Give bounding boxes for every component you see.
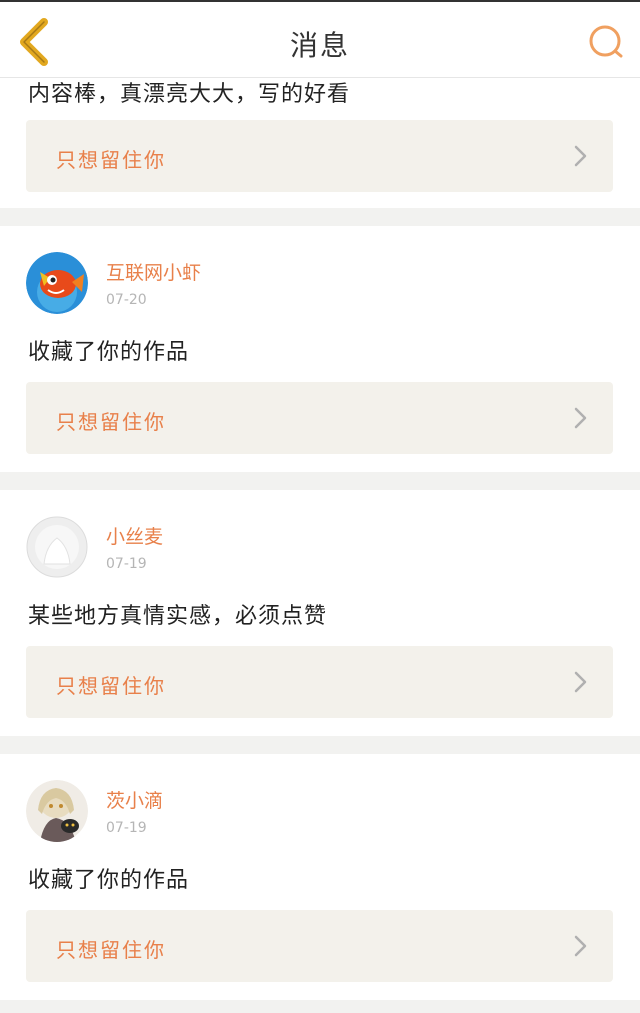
message-text: 某些地方真情实感，必须点赞 bbox=[28, 604, 328, 629]
default-avatar-icon bbox=[26, 516, 88, 578]
work-title: 只想留住你 bbox=[56, 410, 166, 434]
username[interactable]: 互联网小虾 bbox=[106, 258, 201, 285]
message-text: 收藏了你的作品 bbox=[28, 340, 190, 365]
avatar[interactable] bbox=[26, 780, 88, 842]
chevron-right-icon bbox=[574, 145, 587, 167]
username[interactable]: 茨小滴 bbox=[106, 786, 163, 813]
message-date: 07-20 bbox=[106, 292, 147, 308]
message-card: 内容棒，真漂亮大大，写的好看 只想留住你 bbox=[0, 78, 640, 208]
message-card: 互联网小虾 07-20 收藏了你的作品 只想留住你 bbox=[0, 226, 640, 472]
search-icon bbox=[589, 25, 623, 58]
fish-avatar-icon bbox=[26, 252, 88, 314]
top-bar: 消息 bbox=[0, 0, 640, 78]
work-link[interactable]: 只想留住你 bbox=[26, 646, 613, 718]
work-title: 只想留住你 bbox=[56, 674, 166, 698]
work-title: 只想留住你 bbox=[56, 148, 166, 172]
username[interactable]: 小丝麦 bbox=[106, 522, 163, 549]
message-card: 茨小滴 07-19 收藏了你的作品 只想留住你 bbox=[0, 754, 640, 1000]
anime-avatar-icon bbox=[26, 780, 88, 842]
message-text: 收藏了你的作品 bbox=[28, 868, 190, 893]
message-text: 内容棒，真漂亮大大，写的好看 bbox=[28, 82, 351, 107]
message-date: 07-19 bbox=[106, 556, 147, 572]
page-title: 消息 bbox=[289, 29, 350, 62]
message-list: 内容棒，真漂亮大大，写的好看 只想留住你 互联网小虾 07-20 收藏了你的作品… bbox=[0, 78, 640, 1000]
chevron-right-icon bbox=[574, 671, 587, 693]
work-title: 只想留住你 bbox=[56, 938, 166, 962]
work-link[interactable]: 只想留住你 bbox=[26, 120, 613, 192]
work-link[interactable]: 只想留住你 bbox=[26, 382, 613, 454]
chevron-right-icon bbox=[574, 407, 587, 429]
work-link[interactable]: 只想留住你 bbox=[26, 910, 613, 982]
avatar[interactable] bbox=[26, 252, 88, 314]
message-card: 小丝麦 07-19 某些地方真情实感，必须点赞 只想留住你 bbox=[0, 490, 640, 736]
message-date: 07-19 bbox=[106, 820, 147, 836]
chevron-right-icon bbox=[574, 935, 587, 957]
search-button[interactable] bbox=[586, 22, 626, 62]
avatar[interactable] bbox=[26, 516, 88, 578]
